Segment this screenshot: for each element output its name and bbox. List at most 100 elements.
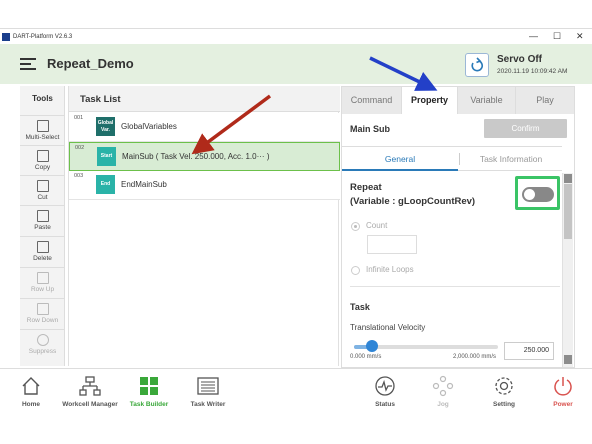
confirm-button[interactable]: Confirm: [484, 119, 567, 138]
servo-status: Servo Off: [497, 54, 543, 65]
slider-max-label: 2,000.000 mm/s: [453, 354, 497, 360]
repeat-title: Repeat: [350, 182, 382, 193]
task-writer-icon: [197, 377, 219, 395]
workcell-icon: [79, 376, 101, 396]
nav-task-builder[interactable]: Task Builder: [126, 375, 172, 413]
task-row[interactable]: 001 Global Var. GlobalVariables: [69, 113, 340, 142]
window-titlebar: DART-Platform V2.6.3 — ☐ ✕: [0, 28, 592, 44]
nav-setting[interactable]: Setting: [488, 375, 520, 413]
toggle-knob: [524, 189, 535, 200]
power-icon: [554, 377, 572, 396]
panel-tabs: Command Property Variable Play: [342, 87, 574, 114]
tab-variable[interactable]: Variable: [458, 87, 516, 114]
delete-button[interactable]: Delete: [20, 236, 65, 266]
velocity-input[interactable]: 250.000: [504, 342, 554, 360]
count-radio[interactable]: [351, 222, 360, 231]
tool-label: Multi-Select: [25, 134, 60, 141]
maximize-button[interactable]: ☐: [553, 32, 561, 41]
window-title: DART-Platform V2.6.3: [13, 33, 73, 40]
row-number: 001: [74, 115, 84, 121]
task-label: EndMainSub: [121, 180, 167, 189]
row-up-button[interactable]: Row Up: [20, 267, 65, 297]
tool-label: Delete: [33, 255, 52, 262]
close-button[interactable]: ✕: [576, 32, 584, 41]
scrollbar-thumb[interactable]: [564, 184, 572, 239]
row-up-icon: [36, 272, 49, 284]
minimize-button[interactable]: —: [529, 32, 538, 41]
nav-workcell-manager[interactable]: Workcell Manager: [58, 375, 122, 413]
nav-home[interactable]: Home: [14, 375, 48, 413]
gear-icon: [495, 377, 513, 395]
infinite-loops-label: Infinite Loops: [366, 265, 414, 274]
copy-button[interactable]: Copy: [20, 145, 65, 175]
nav-label: Status: [375, 401, 395, 408]
copy-icon: [36, 150, 49, 162]
repeat-variable: (Variable : gLoopCountRev): [350, 196, 476, 207]
nav-jog[interactable]: Jog: [430, 375, 456, 413]
tab-property[interactable]: Property: [402, 87, 458, 114]
nav-label: Task Writer: [190, 401, 226, 408]
subtab-general[interactable]: General: [342, 147, 458, 171]
jog-icon: [432, 375, 454, 397]
subtab-task-information[interactable]: Task Information: [460, 147, 562, 171]
nav-label: Home: [21, 401, 41, 408]
count-input[interactable]: [367, 235, 417, 254]
trash-icon: [36, 241, 49, 253]
task-list-title: Task List: [80, 94, 121, 105]
suppress-button[interactable]: Suppress: [20, 329, 65, 359]
count-label: Count: [366, 221, 388, 230]
app-frame: DART-Platform V2.6.3 — ☐ ✕ Repeat_Demo S…: [0, 0, 592, 444]
nav-label: Task Builder: [129, 401, 169, 408]
home-icon: [22, 377, 40, 395]
nav-label: Workcell Manager: [62, 401, 118, 408]
slider-min-label: 0.000 mm/s: [350, 354, 382, 360]
project-title: Repeat_Demo: [47, 56, 134, 71]
panel-scrollbar[interactable]: [562, 173, 573, 367]
row-down-icon: [36, 303, 49, 315]
paste-icon: [36, 210, 49, 222]
status-icon: [375, 376, 395, 396]
global-var-badge: Global Var.: [96, 117, 115, 136]
section-divider: [350, 286, 560, 287]
velocity-slider-handle[interactable]: [366, 340, 378, 352]
nav-status[interactable]: Status: [370, 375, 400, 413]
repeat-toggle[interactable]: [522, 187, 554, 202]
task-section-title: Task: [350, 302, 370, 312]
row-number: 002: [75, 145, 85, 151]
task-list-panel: Task List 001 Global Var. GlobalVariable…: [68, 86, 340, 366]
task-builder-icon: [140, 377, 158, 395]
tool-label: Paste: [34, 224, 51, 231]
scroll-down-arrow-icon[interactable]: [564, 355, 572, 364]
tool-label: Row Down: [26, 317, 59, 324]
cut-icon: [36, 180, 49, 192]
bottom-nav: Home Workcell Manager Task Builder Task …: [0, 368, 592, 414]
row-number: 003: [74, 173, 84, 179]
scroll-up-arrow-icon[interactable]: [564, 174, 572, 183]
task-row[interactable]: 003 End EndMainSub: [69, 171, 340, 200]
multi-select-icon: [36, 120, 49, 132]
paste-button[interactable]: Paste: [20, 205, 65, 235]
tool-label: Cut: [37, 194, 48, 201]
servo-refresh-icon: [471, 57, 483, 72]
nav-power[interactable]: Power: [548, 375, 578, 413]
task-list-header: Task List: [69, 86, 340, 112]
property-subtabs: General Task Information: [342, 146, 562, 171]
tool-label: Copy: [34, 164, 51, 171]
suppress-icon: [36, 334, 49, 346]
app-logo-icon: [2, 32, 10, 41]
tools-panel: Tools Multi-Select Copy Cut Paste Delete…: [20, 86, 65, 366]
row-down-button[interactable]: Row Down: [20, 298, 65, 328]
infinite-loops-radio[interactable]: [351, 266, 360, 275]
servo-button[interactable]: [465, 53, 489, 77]
cut-button[interactable]: Cut: [20, 175, 65, 205]
nav-label: Power: [553, 401, 573, 408]
tool-label: Suppress: [28, 348, 57, 355]
nav-task-writer[interactable]: Task Writer: [186, 375, 230, 413]
tab-play[interactable]: Play: [516, 87, 574, 114]
task-row-selected[interactable]: 002 Start MainSub ( Task Vel. 250.000, A…: [69, 142, 340, 171]
start-badge: Start: [97, 147, 116, 166]
menu-icon[interactable]: [20, 58, 36, 70]
tab-command[interactable]: Command: [342, 87, 402, 114]
task-label: MainSub ( Task Vel. 250.000, Acc. 1.0···…: [122, 152, 270, 161]
multi-select-button[interactable]: Multi-Select: [20, 115, 65, 145]
